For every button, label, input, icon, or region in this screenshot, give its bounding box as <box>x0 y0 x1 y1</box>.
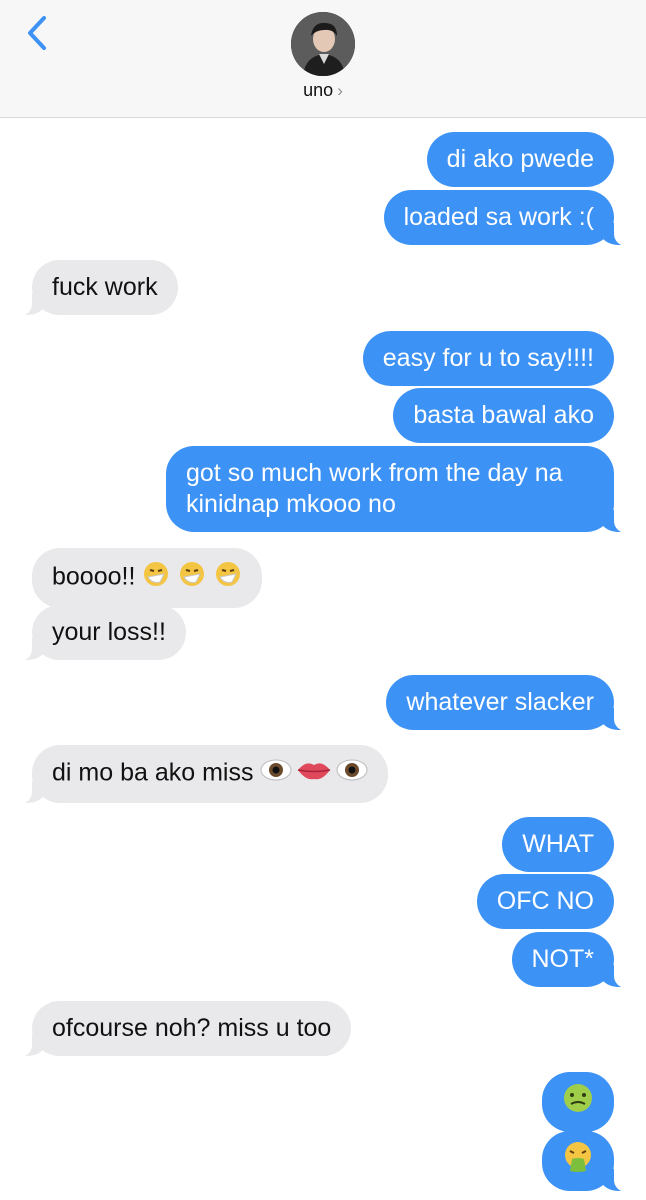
sent-message[interactable]: di ako pwede <box>426 132 614 187</box>
sent-message[interactable] <box>542 1131 636 1192</box>
sent-message[interactable]: basta bawal ako <box>393 388 614 443</box>
message-text: di ako pwede <box>446 145 594 173</box>
sent-message[interactable]: NOT* <box>511 932 636 988</box>
back-chevron-icon[interactable] <box>22 14 52 54</box>
message-thread[interactable]: di ako pwede loaded sa work :( fuck work… <box>0 117 646 1200</box>
message-text: easy for u to say!!!! <box>382 344 594 372</box>
message-text: boooo!! <box>52 562 136 591</box>
nauseated-face-icon <box>562 1082 594 1122</box>
sent-message[interactable]: loaded sa work :( <box>383 190 637 246</box>
contact-name: uno <box>303 80 334 100</box>
message-text: kinidnap mkooo no <box>186 490 396 518</box>
received-message[interactable]: di mo ba ako miss <box>9 745 389 804</box>
sneezing-face-icon <box>142 560 242 596</box>
sent-message[interactable]: whatever slacker <box>386 675 636 731</box>
conversation-header: uno › <box>0 0 646 118</box>
sent-message[interactable]: OFC NO <box>476 874 614 929</box>
sent-message[interactable]: got so much work from the day na kinidna… <box>166 446 636 533</box>
message-text: loaded sa work :( <box>403 203 594 231</box>
message-text: di mo ba ako miss <box>52 758 254 787</box>
message-text: basta bawal ako <box>413 401 594 429</box>
contact-avatar[interactable] <box>291 12 355 76</box>
received-message[interactable]: boooo!! <box>32 548 263 608</box>
eye-lips-eye-icon <box>260 757 368 791</box>
vomiting-face-icon <box>562 1141 594 1181</box>
received-message[interactable]: fuck work <box>10 260 178 316</box>
received-message[interactable]: your loss!! <box>10 605 186 661</box>
contact-name-button[interactable]: uno › <box>0 80 646 101</box>
sent-message[interactable]: WHAT <box>502 817 614 872</box>
message-text: NOT* <box>531 945 595 973</box>
message-text: ofcourse noh? miss u too <box>52 1014 332 1042</box>
message-text: your loss!! <box>52 618 166 646</box>
sent-message[interactable]: easy for u to say!!!! <box>362 331 614 386</box>
message-text: fuck work <box>52 273 158 301</box>
message-text: OFC NO <box>496 887 594 915</box>
message-text: WHAT <box>522 830 594 858</box>
message-text: got so much work from the day na <box>186 459 563 487</box>
message-text: whatever slacker <box>406 688 594 716</box>
received-message[interactable]: ofcourse noh? miss u too <box>9 1001 352 1057</box>
sent-message[interactable] <box>542 1072 614 1132</box>
chevron-right-icon: › <box>337 81 343 100</box>
